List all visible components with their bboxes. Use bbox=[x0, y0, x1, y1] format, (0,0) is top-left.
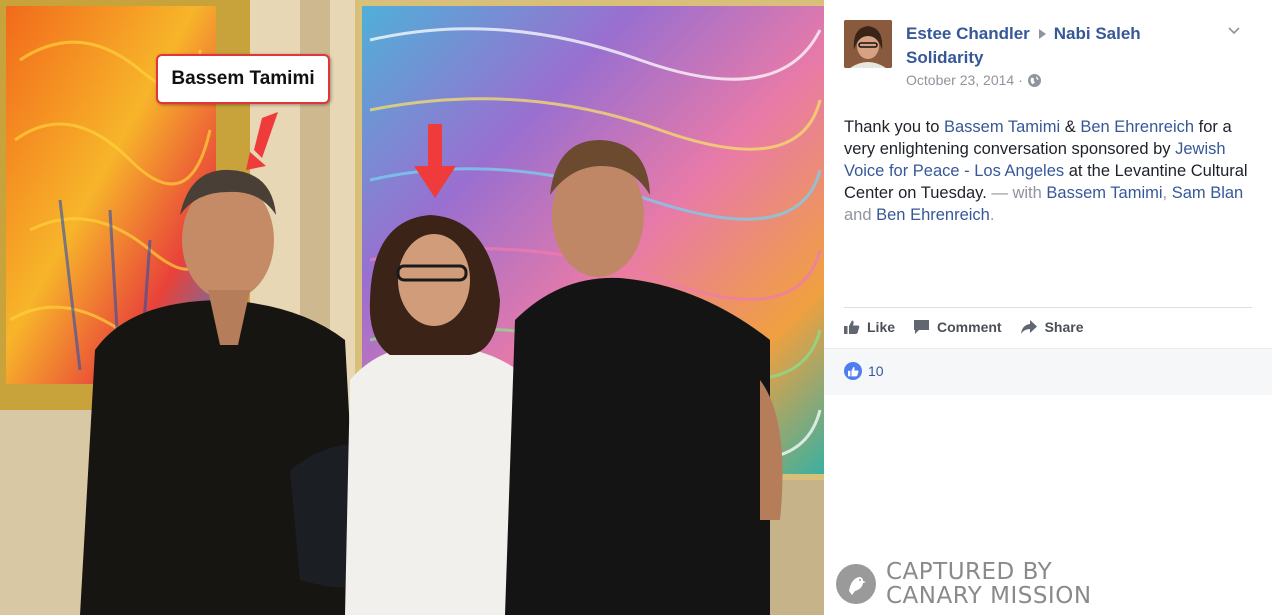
post-text: Thank you to Bassem Tamimi & Ben Ehrenre… bbox=[844, 116, 1264, 226]
avatar[interactable] bbox=[844, 20, 892, 68]
share-arrow-icon bbox=[1020, 320, 1037, 334]
watermark-text: CAPTURED BY CANARY MISSION bbox=[886, 560, 1092, 608]
tag-link[interactable]: Sam Blan bbox=[1172, 184, 1244, 202]
globe-icon bbox=[1027, 73, 1041, 87]
share-label: Share bbox=[1044, 319, 1084, 335]
share-button[interactable]: Share bbox=[1020, 319, 1084, 335]
text-segment: & bbox=[1060, 118, 1081, 136]
mention-link[interactable]: Bassem Tamimi bbox=[944, 118, 1060, 136]
like-button[interactable]: Like bbox=[844, 319, 895, 335]
callout-label: Bassem Tamimi bbox=[171, 68, 315, 89]
post-meta: October 23, 2014 · bbox=[906, 72, 1041, 88]
comment-label: Comment bbox=[937, 319, 1002, 335]
action-bar: Like Comment Share bbox=[844, 314, 1102, 340]
meta-separator: · bbox=[1018, 72, 1023, 88]
mention-link[interactable]: Ben Ehrenreich bbox=[1080, 118, 1194, 136]
text-segment: and bbox=[844, 206, 877, 224]
arrow-right-icon bbox=[1038, 29, 1046, 40]
chevron-down-icon[interactable] bbox=[1228, 24, 1240, 36]
reactions-bar: 10 bbox=[824, 348, 1272, 395]
comment-icon bbox=[914, 320, 930, 334]
canary-logo-icon bbox=[836, 564, 876, 604]
text-segment: . bbox=[989, 206, 995, 224]
with-label: — with bbox=[986, 184, 1047, 202]
photo-image bbox=[0, 0, 824, 615]
comment-button[interactable]: Comment bbox=[913, 319, 1002, 335]
watermark-line-1: CAPTURED BY bbox=[886, 559, 1053, 585]
like-label: Like bbox=[867, 319, 896, 335]
watermark: CAPTURED BY CANARY MISSION bbox=[836, 558, 1266, 610]
divider bbox=[844, 307, 1252, 308]
name-callout: Bassem Tamimi bbox=[156, 54, 330, 104]
tag-link[interactable]: Ben Ehrenreich bbox=[876, 206, 990, 224]
author-link[interactable]: Estee Chandler bbox=[906, 24, 1030, 43]
thumbs-up-icon bbox=[844, 320, 860, 334]
post-photo[interactable]: Bassem Tamimi bbox=[0, 0, 824, 615]
post-header: Estee Chandler Nabi Saleh Solidarity bbox=[906, 22, 1206, 70]
like-count[interactable]: 10 bbox=[868, 363, 884, 379]
text-segment: Thank you to bbox=[844, 118, 944, 136]
post-panel: Estee Chandler Nabi Saleh Solidarity Octo… bbox=[824, 0, 1272, 615]
watermark-line-2: CANARY MISSION bbox=[886, 583, 1092, 609]
text-segment: , bbox=[1162, 184, 1172, 202]
tag-link[interactable]: Bassem Tamimi bbox=[1046, 184, 1162, 202]
like-reaction-icon bbox=[844, 362, 862, 380]
post-date[interactable]: October 23, 2014 bbox=[906, 72, 1014, 88]
